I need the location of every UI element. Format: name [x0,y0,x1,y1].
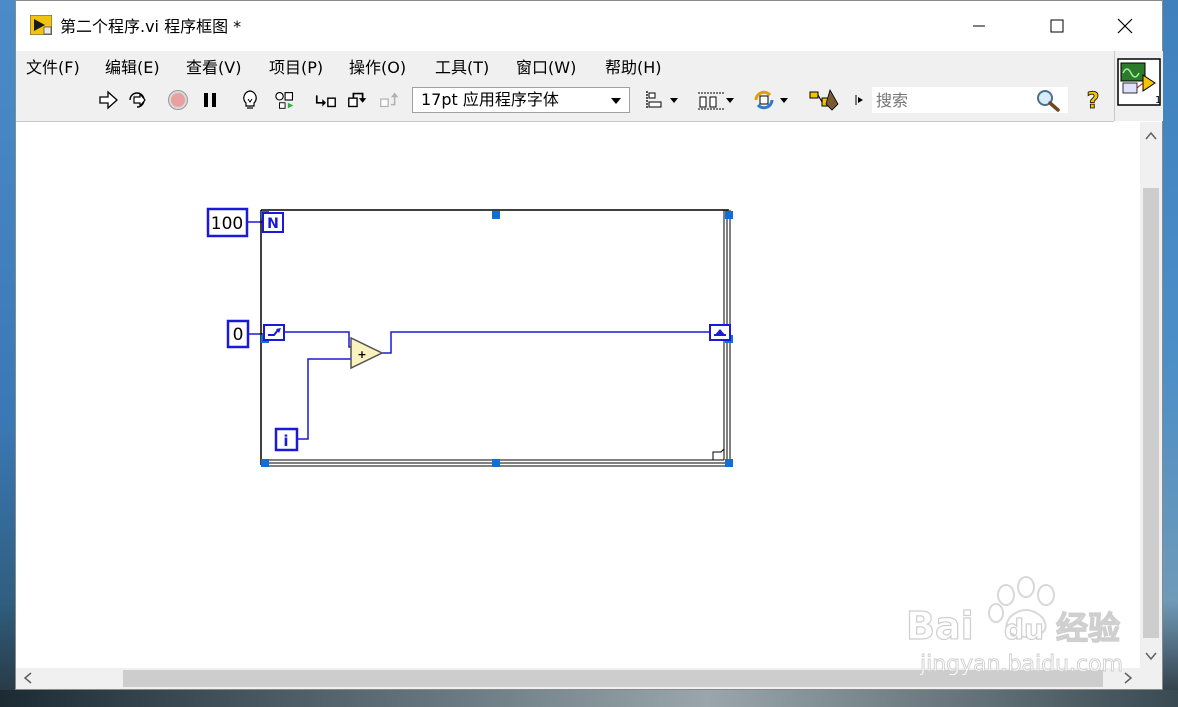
maximize-button[interactable] [1034,1,1080,51]
menu-edit[interactable]: 编辑(E) [105,54,160,78]
for-loop[interactable] [260,209,731,467]
menu-bar: 文件(F) 编辑(E) 查看(V) 项目(P) 操作(O) 工具(T) 窗口(W… [16,51,1114,79]
search-icon [1037,90,1060,112]
menu-help[interactable]: 帮助(H) [605,54,662,78]
count-terminal[interactable]: N [262,212,284,233]
clean-up-diagram-icon [809,88,839,111]
close-icon [1117,18,1133,34]
lightbulb-icon [243,90,257,109]
run-arrow-icon [99,90,118,110]
minimize-icon [973,25,985,27]
highlight-execution-button[interactable] [238,89,262,111]
chevron-right-icon [855,95,863,105]
labview-vi-icon [29,14,53,36]
menu-window[interactable]: 窗口(W) [516,54,576,78]
toolbar: 17pt 应用程序字体 搜索 ? [16,79,1114,122]
toolbar-expand-arrow[interactable] [854,89,866,111]
wire-shift-register-to-add[interactable] [284,331,354,348]
menu-view[interactable]: 查看(V) [186,54,241,78]
svg-text:jingyan.baidu.com: jingyan.baidu.com [919,652,1123,677]
scrollbar-corner [1140,668,1162,689]
context-help-button[interactable]: ? [1080,89,1106,112]
left-shift-register[interactable] [263,324,285,341]
menu-project[interactable]: 项目(P) [269,54,323,78]
loop-count-constant[interactable]: 100 [206,207,249,238]
scroll-left-icon[interactable] [18,668,38,689]
svg-text:i: i [283,432,288,450]
menu-file[interactable]: 文件(F) [26,54,80,78]
desktop-background-left [0,0,16,707]
svg-text:N: N [267,216,279,232]
initial-value-constant[interactable]: 0 [226,319,250,349]
svg-text:+: + [357,348,366,361]
iteration-terminal[interactable]: i [274,427,299,452]
svg-text:du: du [1004,613,1044,646]
block-diagram-window: 第二个程序.vi 程序框图 * 文件(F) 编辑(E) 查看(V) 项目(P) … [15,0,1163,690]
maximize-icon [1050,19,1064,33]
search-button[interactable] [1034,89,1062,112]
scroll-up-icon[interactable] [1140,126,1162,146]
stop-icon [168,90,188,110]
menu-operate[interactable]: 操作(O) [349,54,406,78]
right-shift-register[interactable] [709,324,731,341]
retain-wire-values-button[interactable] [274,89,298,111]
add-function[interactable]: + [350,336,384,370]
step-into-icon [315,95,336,108]
vertical-scroll-thumb[interactable] [1143,188,1159,638]
wire-iteration-to-add[interactable] [297,358,354,440]
vertical-scrollbar[interactable] [1140,122,1162,668]
distribute-objects-button[interactable] [696,89,736,111]
chevron-down-icon [611,98,621,104]
run-continuously-button[interactable] [126,89,150,111]
wires [247,221,710,440]
reorder-button[interactable] [752,89,792,111]
loop-resize-corner[interactable] [712,448,725,460]
svg-text:1: 1 [1155,95,1161,106]
step-over-button[interactable] [346,89,370,111]
step-over-icon [348,92,367,108]
window-title: 第二个程序.vi 程序框图 * [60,17,242,36]
selection-handles[interactable] [261,211,733,467]
pause-button[interactable] [198,89,222,111]
menu-tools[interactable]: 工具(T) [435,54,489,78]
title-bar[interactable]: 第二个程序.vi 程序框图 * [16,1,1162,51]
svg-text:Bai: Bai [906,604,974,648]
step-out-button[interactable] [378,89,402,111]
text-settings-dropdown[interactable]: 17pt 应用程序字体 [412,87,630,113]
vi-connector-icon[interactable]: 1 [1115,51,1163,121]
help-question-icon: ? [1086,89,1100,112]
close-button[interactable] [1102,1,1148,51]
pause-icon [204,93,216,107]
retain-wire-values-icon [275,92,294,109]
font-select-value: 17pt 应用程序字体 [421,90,559,109]
run-button[interactable] [96,89,120,111]
reorder-icon [754,90,788,110]
svg-text:经验: 经验 [1056,609,1120,647]
align-objects-icon [646,91,678,109]
wire-add-to-shift-register[interactable] [382,331,710,354]
baidu-watermark: Bai du 经验 jingyan.baidu.com [905,573,1136,683]
step-out-icon [380,92,399,108]
vi-icon-pane: 1 [1114,51,1163,121]
align-objects-button[interactable] [644,89,680,111]
desktop-background-right [1162,0,1178,707]
distribute-objects-icon [698,92,734,110]
scroll-down-icon[interactable] [1140,646,1162,666]
baidu-paw-logo: Bai du 经验 jingyan.baidu.com [905,576,1123,677]
step-into-button[interactable] [314,89,338,111]
svg-text:100: 100 [211,214,243,234]
clean-up-diagram-button[interactable] [808,88,842,111]
desktop-background-bottom [0,690,1178,707]
abort-button[interactable] [166,89,190,111]
svg-text:?: ? [1087,89,1100,112]
svg-text:0: 0 [233,325,244,345]
run-continuously-icon [129,92,146,108]
minimize-button[interactable] [956,1,1002,51]
